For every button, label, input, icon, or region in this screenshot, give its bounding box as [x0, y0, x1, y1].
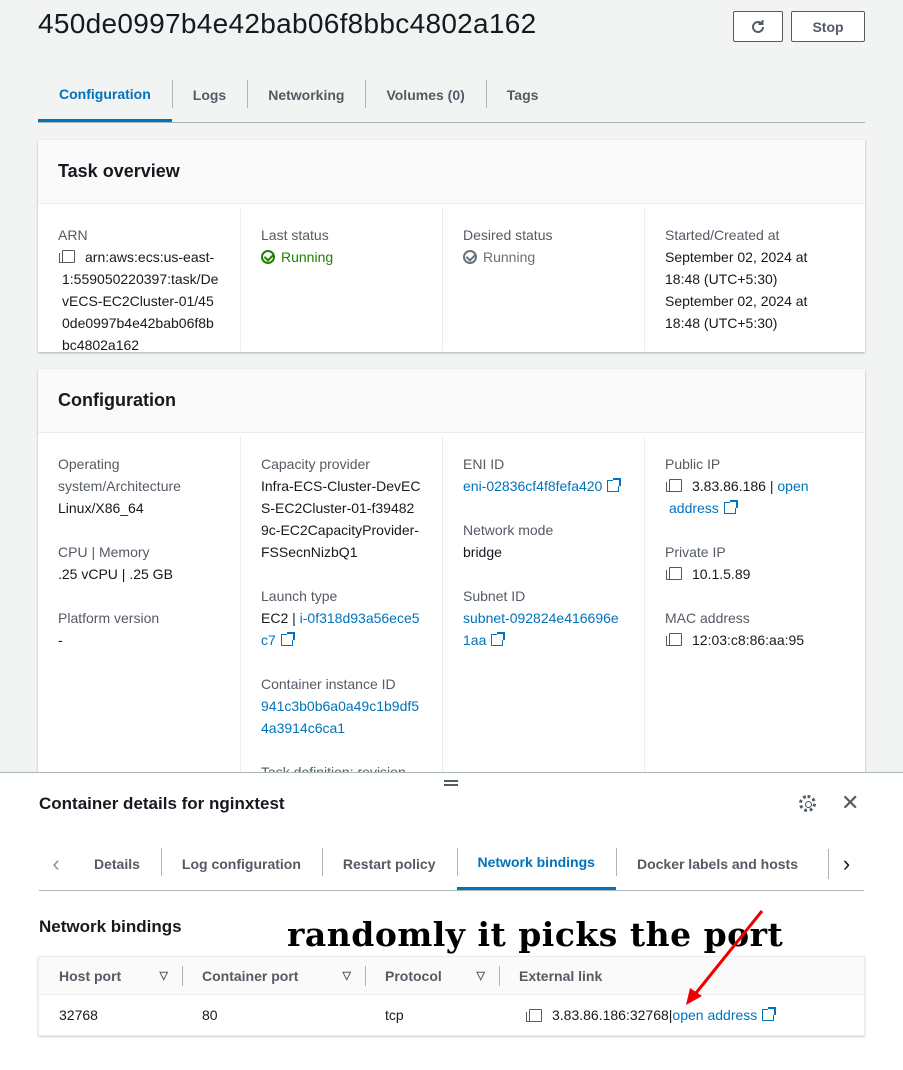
column-header[interactable]: Protocol ▽: [365, 957, 499, 994]
gear-icon[interactable]: [799, 795, 816, 812]
annotation-arrow-icon: [686, 910, 764, 1005]
copy-icon[interactable]: [526, 1008, 542, 1022]
subnet-label: Subnet ID: [463, 588, 526, 604]
mac-label: MAC address: [665, 610, 750, 626]
tab-logs[interactable]: Logs: [171, 68, 247, 122]
capacity-label: Capacity provider: [261, 456, 370, 472]
container-port-cell: 80: [202, 1007, 218, 1023]
close-icon[interactable]: ✕: [841, 792, 859, 814]
tab-docker-labels[interactable]: Docker labels and hosts: [615, 837, 819, 890]
tab-configuration[interactable]: Configuration: [38, 68, 172, 122]
capacity-value: Infra-ECS-Cluster-DevECS-EC2Cluster-01-f…: [261, 478, 421, 560]
check-circle-icon: [261, 250, 275, 264]
sort-icon: ▽: [342, 970, 351, 982]
eni-label: ENI ID: [463, 456, 505, 472]
configuration-title: Configuration: [38, 369, 865, 433]
tab-network-bindings[interactable]: Network bindings: [456, 837, 616, 890]
refresh-button[interactable]: [733, 11, 783, 42]
last-status-value: Running: [281, 249, 334, 265]
page-title: 450de0997b4e42bab06f8bbc4802a162: [38, 8, 537, 39]
open-address-link[interactable]: open address: [672, 1007, 757, 1023]
copy-icon[interactable]: [59, 250, 75, 263]
external-link-icon[interactable]: [762, 1007, 777, 1021]
task-tabs: Configuration Logs Networking Volumes (0…: [38, 68, 865, 123]
configuration-panel: Configuration Operating system/Architect…: [38, 369, 865, 793]
platform-label: Platform version: [58, 610, 160, 626]
started-value: September 02, 2024 at 18:48 (UTC+5:30): [665, 249, 808, 287]
private-ip-label: Private IP: [665, 544, 726, 560]
tab-tags[interactable]: Tags: [485, 68, 560, 122]
cpu-value: .25 vCPU | .25 GB: [58, 566, 173, 582]
desired-status-label: Desired status: [463, 227, 553, 243]
os-value: Linux/X86_64: [58, 500, 144, 516]
cpu-label: CPU | Memory: [58, 544, 150, 560]
host-port-cell: 32768: [59, 1007, 98, 1023]
tab-details[interactable]: Details: [73, 837, 161, 890]
copy-icon[interactable]: [666, 567, 682, 580]
copy-icon[interactable]: [666, 633, 682, 646]
chevron-left-icon[interactable]: ‹: [39, 837, 73, 890]
sort-icon: ▽: [159, 970, 168, 982]
network-mode-label: Network mode: [463, 522, 554, 538]
os-label: Operating system/Architecture: [58, 456, 181, 494]
launch-type-value: EC2 |: [261, 610, 300, 626]
external-link-icon[interactable]: [280, 632, 295, 646]
subnet-link[interactable]: subnet-092824e416696e1aa: [463, 610, 619, 648]
public-ip-label: Public IP: [665, 456, 721, 472]
private-ip-value: 10.1.5.89: [692, 566, 751, 582]
external-link-icon[interactable]: [491, 632, 506, 646]
task-overview-panel: Task overview ARN arn:aws:ecs:us-east-1:…: [38, 140, 865, 353]
last-status-label: Last status: [261, 227, 329, 243]
copy-icon[interactable]: [666, 479, 682, 492]
resize-handle-icon[interactable]: [444, 780, 458, 786]
tab-volumes[interactable]: Volumes (0): [365, 68, 485, 122]
refresh-icon: [752, 19, 764, 33]
external-link-icon[interactable]: [607, 478, 622, 492]
tab-networking[interactable]: Networking: [247, 68, 365, 122]
container-tabs: ‹ Details Log configuration Restart poli…: [39, 837, 864, 891]
started-label: Started/Created at: [665, 227, 780, 243]
protocol-cell: tcp: [385, 1007, 404, 1023]
container-instance-label: Container instance ID: [261, 676, 396, 692]
check-circle-icon: [463, 250, 477, 264]
public-ip-value: 3.83.86.186: [692, 478, 766, 494]
tab-log-configuration[interactable]: Log configuration: [160, 837, 322, 890]
arn-value: arn:aws:ecs:us-east-1:559050220397:task/…: [62, 249, 219, 353]
network-mode-value: bridge: [463, 544, 502, 560]
created-value: September 02, 2024 at 18:48 (UTC+5:30): [665, 293, 808, 331]
column-header[interactable]: Container port ▽: [182, 957, 365, 994]
container-details-title: Container details for nginxtest: [39, 794, 285, 813]
task-overview-title: Task overview: [38, 140, 865, 204]
desired-status-value: Running: [483, 249, 536, 265]
external-link-icon[interactable]: [723, 500, 738, 514]
arn-label: ARN: [58, 227, 88, 243]
platform-value: -: [58, 632, 63, 648]
chevron-right-icon[interactable]: ›: [828, 848, 864, 879]
column-header[interactable]: Host port ▽: [39, 957, 182, 994]
network-bindings-title: Network bindings: [39, 917, 182, 936]
sort-icon: ▽: [476, 970, 485, 982]
eni-link[interactable]: eni-02836cf4f8fefa420: [463, 478, 602, 494]
launch-label: Launch type: [261, 588, 338, 604]
stop-button[interactable]: Stop: [791, 11, 865, 42]
separator: |: [765, 478, 778, 494]
mac-value: 12:03:c8:86:aa:95: [692, 632, 805, 648]
tab-restart-policy[interactable]: Restart policy: [321, 837, 457, 890]
container-instance-link[interactable]: 941c3b0b6a0a49c1b9df54a3914c6ca1: [261, 695, 422, 739]
